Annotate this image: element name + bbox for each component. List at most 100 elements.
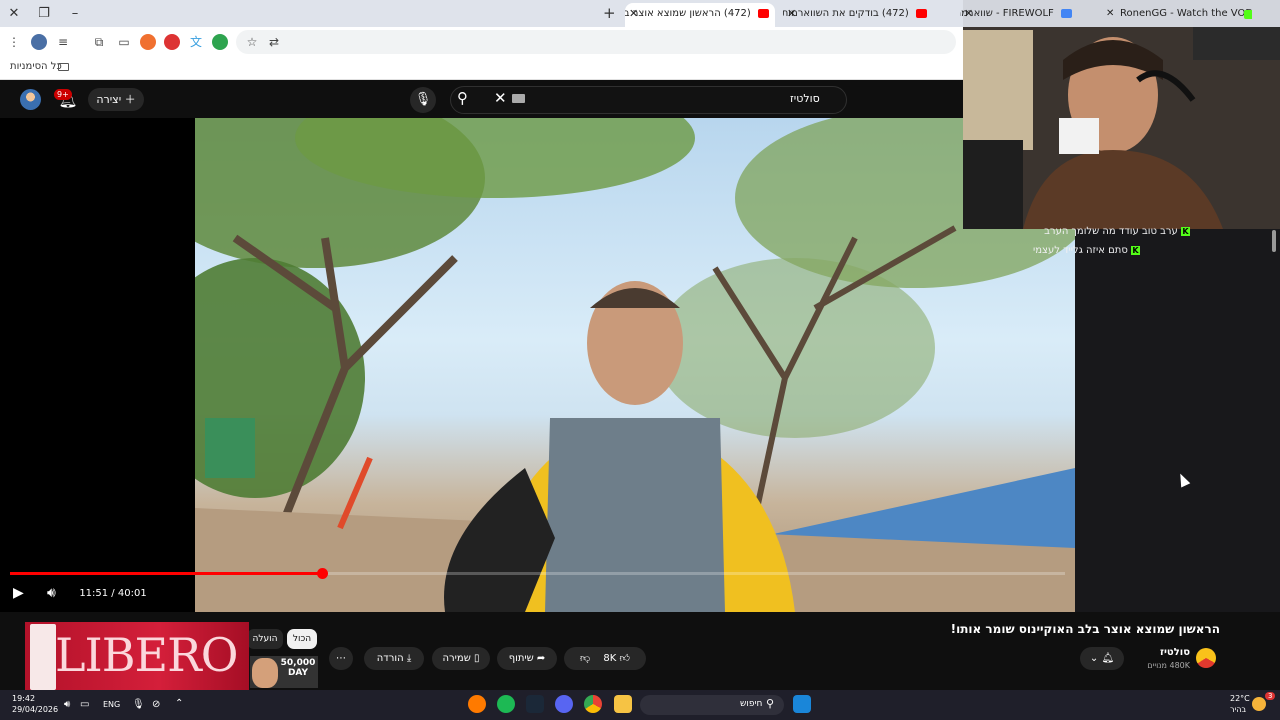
ad-banner[interactable]: LIBERO <box>25 622 249 694</box>
app-icon-file-explorer[interactable] <box>614 695 632 713</box>
voice-search-icon[interactable]: 🎙︎ <box>410 87 436 113</box>
tab-search-google[interactable]: ✕ FIREWOLF - שווארמה - חיפוש ב- <box>960 3 1078 27</box>
tab-shawarma[interactable]: ✕ (472) בודקים את השווארמות ה <box>783 3 933 27</box>
site-info-icon[interactable]: ⇄ <box>266 34 282 50</box>
app-icon-discord[interactable] <box>555 695 573 713</box>
video-scene <box>195 118 1075 612</box>
thumbnail-text: 50,000 DAY <box>280 658 316 678</box>
search-query: סולטיז <box>790 92 820 105</box>
channel-avatar[interactable] <box>1196 648 1216 668</box>
kick-badge-icon: K <box>1181 227 1190 236</box>
tab-title: FIREWOLF - שווארמה - חיפוש ב- <box>960 8 1054 19</box>
share-label: שיתוף <box>508 653 534 664</box>
new-tab-button[interactable]: + <box>603 4 616 22</box>
webcam-scene <box>963 0 1280 229</box>
restore-window-icon[interactable]: ❐ <box>35 5 53 23</box>
extensions-icon[interactable]: ⧉ <box>91 34 107 50</box>
translate-icon[interactable]: 文 <box>188 34 204 50</box>
tab-video[interactable]: ✕ (472) הראשון שמוצא אוצר בלב <box>625 3 775 27</box>
chevron-up-icon[interactable]: ⌃ <box>175 698 183 709</box>
taskbar-search[interactable]: חיפוש ⚲ <box>640 695 784 715</box>
volume-icon[interactable]: 🔊︎ <box>47 585 56 601</box>
channel-name[interactable]: סולטיז <box>1130 647 1190 658</box>
chip-uploaded[interactable]: הועלה <box>247 629 283 649</box>
kick-badge-icon: K <box>1131 246 1140 255</box>
bell-icon: 🔔︎ <box>1101 653 1115 664</box>
thumbnail-face <box>252 658 278 688</box>
download-button[interactable]: הורדה ⤓ <box>364 647 424 670</box>
clear-search-icon[interactable]: ✕ <box>494 89 507 107</box>
app-icon-steam[interactable] <box>526 695 544 713</box>
weather-sun-icon <box>1252 697 1266 711</box>
language-indicator[interactable]: ENG <box>103 700 120 709</box>
app-icon-spotify[interactable] <box>497 695 515 713</box>
chip-all[interactable]: הכול <box>287 629 317 649</box>
like-count: 8K <box>603 653 617 664</box>
like-icon[interactable]: 👍︎ <box>620 653 630 664</box>
share-button[interactable]: שיתוף ➦ <box>497 647 557 670</box>
webcam-overlay <box>963 0 1280 229</box>
extension-icon[interactable] <box>212 34 228 50</box>
menu-icon[interactable]: ⋮ <box>6 34 22 50</box>
perfume-bottle-image <box>30 624 56 690</box>
mic-tray-icon[interactable]: 🎙︎ <box>132 699 145 710</box>
chevron-down-icon: ⌄ <box>1089 653 1099 664</box>
play-icon[interactable]: ▶ <box>13 585 24 601</box>
download-icon: ⤓ <box>406 653 412 664</box>
close-tab-icon[interactable]: ✕ <box>1106 3 1114 25</box>
more-actions-icon[interactable]: ⋯ <box>329 647 353 670</box>
search-input[interactable] <box>450 86 847 114</box>
clock-date[interactable]: 29/04/2026 <box>12 705 58 714</box>
chat-scrollbar[interactable] <box>1272 230 1276 252</box>
progress-bar[interactable] <box>10 568 1065 579</box>
keyboard-icon[interactable] <box>512 94 525 103</box>
media-icon[interactable]: ▭ <box>116 34 132 50</box>
profile-icon[interactable] <box>31 34 47 50</box>
start-windows-icon[interactable] <box>793 695 811 713</box>
muted-tray-icon[interactable]: ⊘ <box>152 699 160 710</box>
taskbar-search-label: חיפוש <box>740 699 763 709</box>
chat-message-text: סתם איזה גלייד לעצמי <box>1033 245 1128 256</box>
address-bar[interactable] <box>236 30 956 54</box>
close-tab-icon[interactable]: ✕ <box>964 3 973 25</box>
search-icon[interactable]: ⚲ <box>457 89 468 107</box>
extension-icon[interactable] <box>164 34 180 50</box>
video-title: הראשון שמוצא אוצר בלב האוקיינוס שומר אות… <box>950 622 1220 636</box>
folder-icon <box>58 63 69 71</box>
extension-icon[interactable] <box>140 34 156 50</box>
search-icon: ⚲ <box>766 697 775 710</box>
save-button[interactable]: שמירה ▯ <box>432 647 490 670</box>
volume-tray-icon[interactable]: 🔊︎ <box>64 699 70 710</box>
all-bookmarks-label[interactable]: כל הסימניות <box>10 61 62 72</box>
weather-desc[interactable]: בהיר <box>1230 705 1246 714</box>
network-tray-icon[interactable]: ▭ <box>80 699 89 710</box>
notification-badge: 9+ <box>54 89 72 100</box>
bookmarks-bar: כל הסימניות <box>0 57 963 80</box>
download-label: הורדה <box>376 653 404 664</box>
tab-kick-vod[interactable]: ✕ RonenGG - Watch the VOD on <box>1102 3 1252 27</box>
close-window-icon[interactable]: ✕ <box>5 5 23 23</box>
weather-temp[interactable]: 22°C <box>1230 694 1250 703</box>
close-tab-icon[interactable]: ✕ <box>787 3 796 25</box>
app-icon-firefox[interactable] <box>468 695 486 713</box>
app-icon-chrome[interactable] <box>584 695 602 713</box>
chat-message: K סתם איזה גלייד לעצמי <box>970 245 1140 256</box>
tab-search-icon[interactable]: ≡ <box>55 34 71 50</box>
close-tab-icon[interactable]: ✕ <box>629 3 638 25</box>
avatar[interactable] <box>20 89 41 110</box>
subscriber-count: 480K מנויים <box>1147 661 1190 670</box>
recommended-thumbnail[interactable]: 50,000 DAY <box>250 656 318 688</box>
youtube-favicon-icon <box>916 8 927 18</box>
clock-time[interactable]: 19:42 <box>12 694 35 703</box>
google-favicon-icon <box>1061 8 1072 18</box>
create-button[interactable]: יצירה ＋ <box>88 88 144 111</box>
plus-icon: ＋ <box>124 93 136 106</box>
tab-title: (472) בודקים את השווארמות ה <box>783 8 909 19</box>
video-frame[interactable] <box>195 118 1075 612</box>
dislike-icon[interactable]: 👎︎ <box>580 653 590 664</box>
subscribe-bell-button[interactable]: ⌄ 🔔︎ <box>1080 647 1124 670</box>
kick-favicon-icon <box>1244 10 1252 19</box>
minimize-window-icon[interactable]: – <box>66 5 84 23</box>
bookmark-star-icon[interactable]: ☆ <box>244 34 260 50</box>
like-dislike-button[interactable]: 👎︎ 8K 👍︎ <box>564 647 646 670</box>
